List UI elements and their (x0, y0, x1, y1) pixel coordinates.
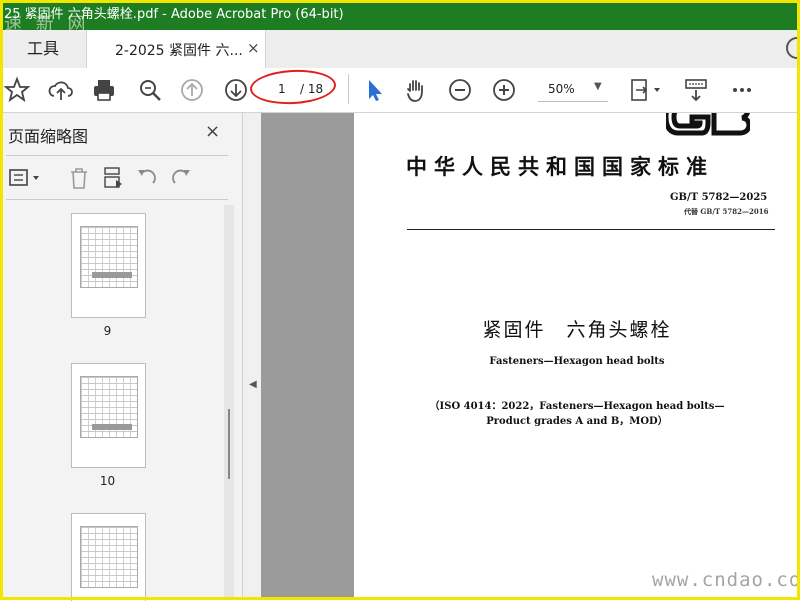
more-options-icon[interactable] (728, 76, 756, 104)
insert-page-icon[interactable] (100, 165, 126, 191)
panel-toolbar (0, 161, 242, 195)
page-thumbnail-10[interactable] (71, 363, 146, 468)
zoom-level-dropdown[interactable]: 50% ▼ (538, 81, 608, 102)
iso-reference-line1: （ISO 4014：2022，Fasteners—Hexagon head bo… (429, 401, 725, 412)
document-background (261, 113, 354, 600)
pdf-page: 中华人民共和国国家标准 GB/T 5782—2025 代替 GB/T 5782—… (354, 113, 800, 600)
chevron-down-icon: ▼ (594, 81, 602, 92)
previous-page-icon[interactable] (178, 76, 206, 104)
title-bar: 25 紧固件 六角头螺栓.pdf - Adobe Acrobat Pro (64… (0, 0, 800, 30)
tab-close-icon[interactable]: × (247, 39, 260, 57)
collapse-arrow-icon[interactable]: ◀ (249, 379, 257, 390)
gb-logo (666, 113, 750, 139)
tab-document-label: 2-2025 紧固件 六... (115, 43, 243, 59)
header-rule (407, 229, 775, 230)
thumbnail-shade (92, 424, 132, 430)
tab-bar: 工具 2-2025 紧固件 六... × (0, 30, 800, 69)
red-highlight-oval (249, 67, 337, 107)
thumbnail-label: 10 (99, 474, 116, 488)
watermark-top: 速 新 网 (4, 14, 90, 35)
zoom-out-icon[interactable] (446, 76, 474, 104)
rotate-right-icon[interactable] (168, 165, 194, 191)
select-cursor-icon[interactable] (360, 76, 388, 104)
page-display-icon[interactable] (628, 76, 664, 104)
national-standard-heading: 中华人民共和国国家标准 (406, 154, 714, 179)
scroll-mode-icon[interactable] (682, 76, 710, 104)
watermark-bottom: www.cndao.com (652, 569, 800, 591)
panel-title: 页面缩略图 (8, 127, 89, 146)
replaces-code: 代替 GB/T 5782—2016 (684, 207, 769, 216)
page-thumbnail-11[interactable] (71, 513, 146, 601)
panel-divider (6, 199, 228, 200)
scrollbar-thumb[interactable] (228, 409, 230, 479)
bookmark-star-icon[interactable] (3, 76, 31, 104)
panel-close-icon[interactable]: × (205, 121, 220, 142)
hand-tool-icon[interactable] (402, 76, 430, 104)
toolbar-separator (348, 74, 349, 104)
thumbnail-table (80, 526, 138, 588)
document-title-cn: 紧固件 六角头螺栓 (482, 319, 672, 341)
zoom-search-icon[interactable] (136, 76, 164, 104)
page-thumbnail-9[interactable] (71, 213, 146, 318)
thumbnail-table (80, 226, 138, 288)
tab-document[interactable]: 2-2025 紧固件 六... × (86, 30, 266, 69)
delete-page-icon[interactable] (66, 165, 92, 191)
cloud-upload-icon[interactable] (47, 76, 75, 104)
panel-scrollbar[interactable] (224, 205, 234, 600)
standard-code: GB/T 5782—2025 (670, 192, 768, 203)
thumbnail-shade (92, 272, 132, 278)
main-toolbar: 1 / 18 50% ▼ (0, 67, 800, 113)
thumbnail-options-icon[interactable] (8, 165, 44, 191)
iso-reference-line2: Product grades A and B，MOD） (486, 416, 668, 427)
panel-divider (6, 155, 228, 156)
print-icon[interactable] (90, 76, 118, 104)
page-thumbnails-panel: 页面缩略图 × 9 10 (0, 113, 242, 601)
panel-splitter[interactable]: ◀ (242, 113, 262, 600)
thumbnail-label: 9 (103, 324, 112, 338)
document-title-en: Fasteners—Hexagon head bolts (489, 356, 665, 367)
next-page-icon[interactable] (222, 76, 250, 104)
help-icon[interactable] (786, 37, 800, 59)
zoom-value: 50% (548, 82, 575, 96)
rotate-left-icon[interactable] (134, 165, 160, 191)
zoom-in-icon[interactable] (490, 76, 518, 104)
